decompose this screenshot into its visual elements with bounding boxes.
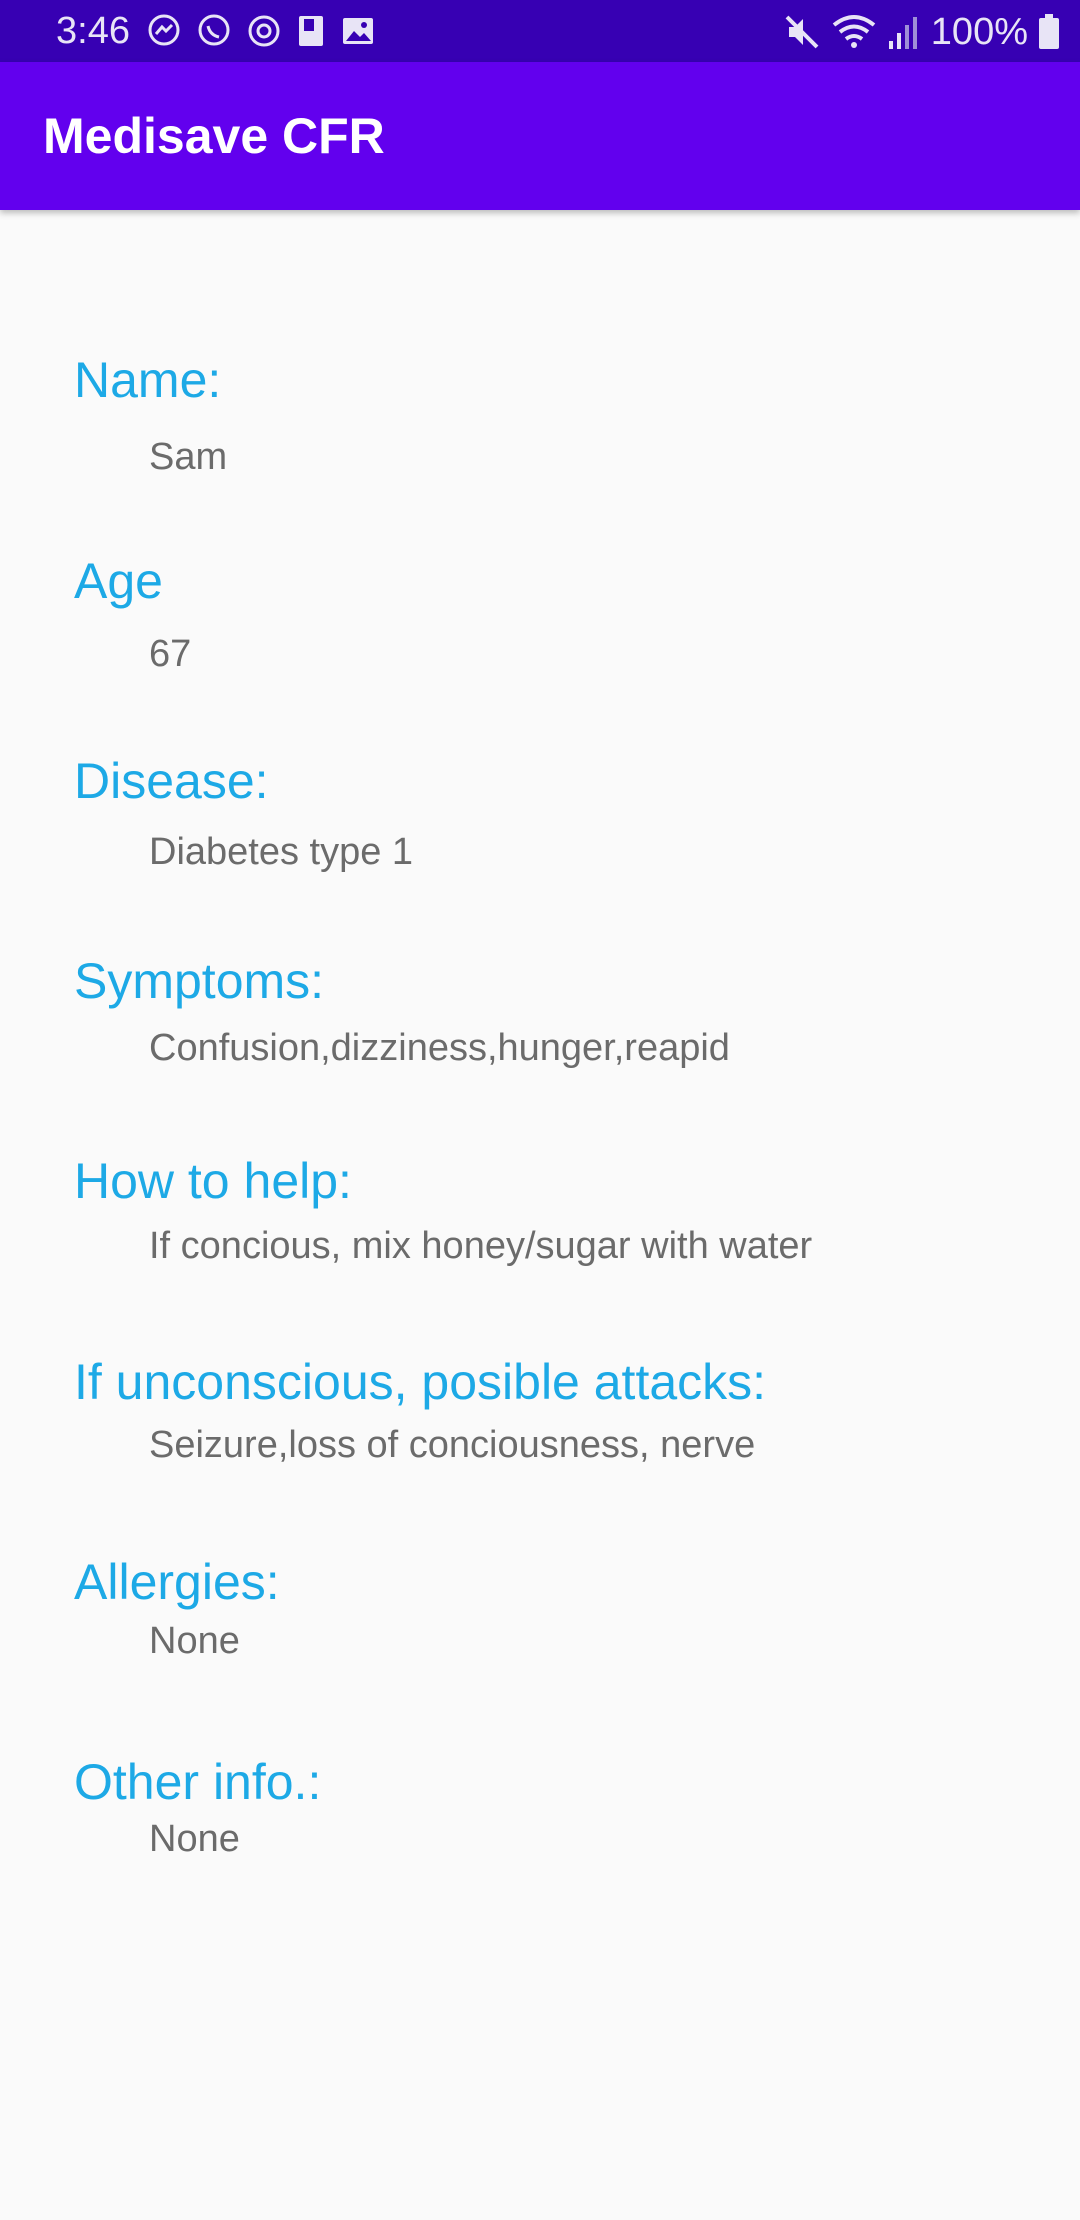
sync-icon (246, 13, 282, 49)
allergies-value: None (149, 1620, 240, 1662)
disease-label: Disease: (74, 753, 269, 809)
book-icon (296, 13, 326, 49)
field-allergies: Allergies: None (74, 1552, 1034, 1664)
how-to-help-value: If concious, mix honey/sugar with water … (149, 1225, 813, 1273)
mute-icon (783, 13, 821, 51)
other-info-label: Other info.: (74, 1754, 322, 1810)
status-bar: 3:46 100% (0, 0, 1080, 62)
whatsapp-icon (196, 13, 232, 49)
image-icon (340, 13, 376, 49)
field-how-to-help: How to help: If concious, mix honey/suga… (74, 1151, 1034, 1273)
app-bar: Medisave CFR (0, 62, 1080, 210)
field-other-info: Other info.: None (74, 1752, 1034, 1862)
system-icons: 100% (783, 10, 1060, 54)
possible-attacks-value: Seizure,loss of conciousness, nerve dama… (149, 1424, 756, 1472)
notification-icons (146, 13, 376, 49)
age-label: Age (74, 553, 163, 609)
battery-percent: 100% (930, 11, 1028, 53)
age-value: 67 (149, 633, 192, 675)
possible-attacks-label: If unconscious, posible attacks: (74, 1354, 767, 1410)
field-disease: Disease: Diabetes type 1 (74, 751, 1034, 875)
name-label: Name: (74, 352, 222, 408)
signal-icon (887, 13, 917, 51)
field-possible-attacks: If unconscious, posible attacks: Seizure… (74, 1352, 1034, 1472)
how-to-help-label: How to help: (74, 1153, 352, 1209)
status-time: 3:46 (56, 10, 130, 52)
disease-value: Diabetes type 1 (149, 831, 414, 873)
battery-icon (1038, 13, 1060, 51)
app-title: Medisave CFR (43, 108, 385, 164)
name-value: Sam (149, 436, 228, 478)
symptoms-value: Confusion,dizziness,hunger,reapid breath… (149, 1027, 730, 1075)
messenger-icon (146, 13, 182, 49)
field-age: Age 67 (74, 551, 1034, 677)
field-name: Name: Sam (74, 350, 1034, 480)
allergies-label: Allergies: (74, 1554, 280, 1610)
other-info-value: None (149, 1818, 240, 1860)
wifi-icon (831, 13, 877, 51)
field-symptoms: Symptoms: Confusion,dizziness,hunger,rea… (74, 951, 1034, 1075)
symptoms-label: Symptoms: (74, 953, 325, 1009)
profile-details: Name: Sam Age 67 Disease: Diabetes type … (0, 210, 1080, 2220)
